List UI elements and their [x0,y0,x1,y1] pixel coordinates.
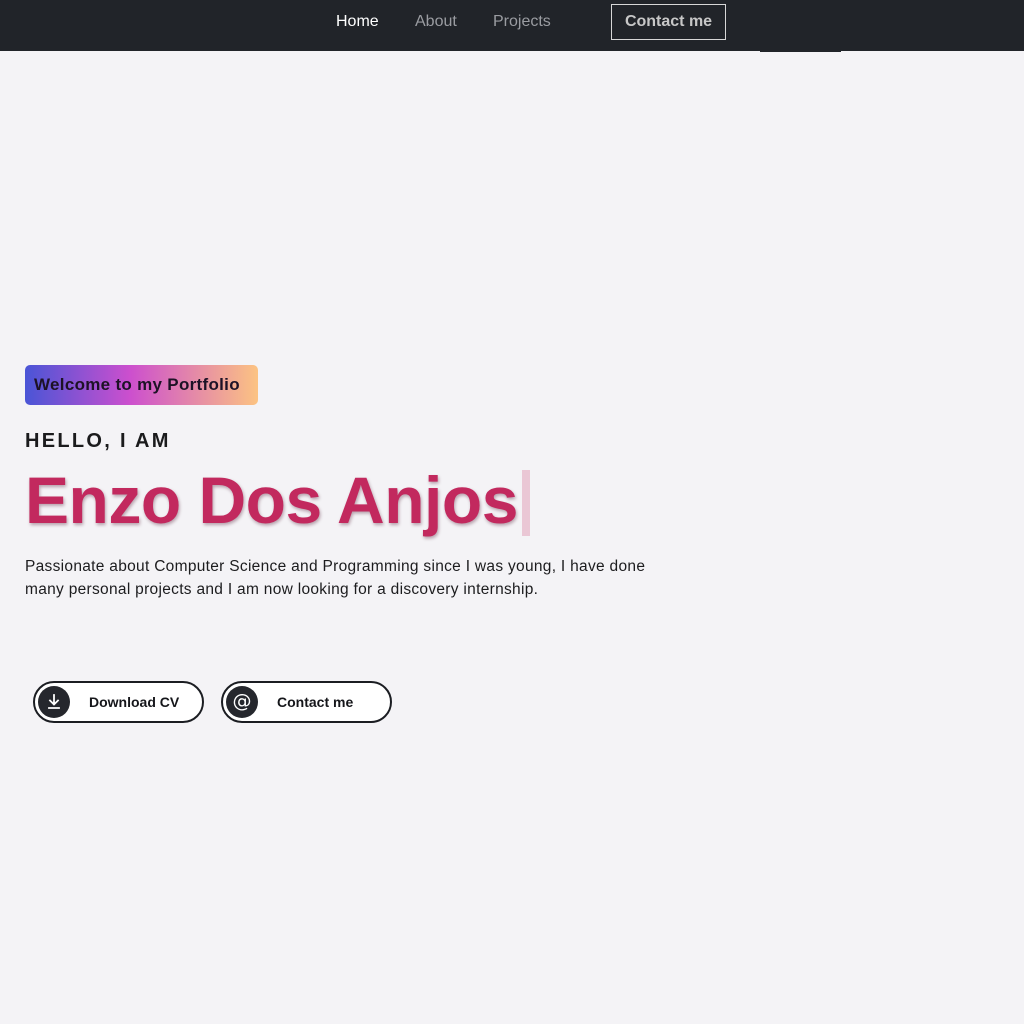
at-sign-icon: @ [226,686,258,718]
nav-about-link[interactable]: About [415,12,457,31]
nav-home-link[interactable]: Home [336,12,379,31]
download-icon [38,686,70,718]
nav-underline-decoration [760,49,841,52]
download-cv-label: Download CV [89,694,180,710]
contact-me-label: Contact me [277,694,354,710]
top-navbar: Home About Projects Contact me [0,0,1024,51]
hero-greeting: HELLO, I AM [25,430,171,452]
download-cv-button[interactable]: Download CV [33,681,204,723]
nav-projects-link[interactable]: Projects [493,12,551,31]
hero-name: Enzo Dos Anjos [25,463,518,537]
hero-description: Passionate about Computer Science and Pr… [25,558,646,598]
welcome-badge: Welcome to my Portfolio [25,365,258,405]
hero-name-line: Enzo Dos Anjos [25,458,530,542]
typing-cursor [521,470,530,536]
contact-me-button[interactable]: @ Contact me [221,681,392,723]
nav-contact-button[interactable]: Contact me [611,4,726,40]
